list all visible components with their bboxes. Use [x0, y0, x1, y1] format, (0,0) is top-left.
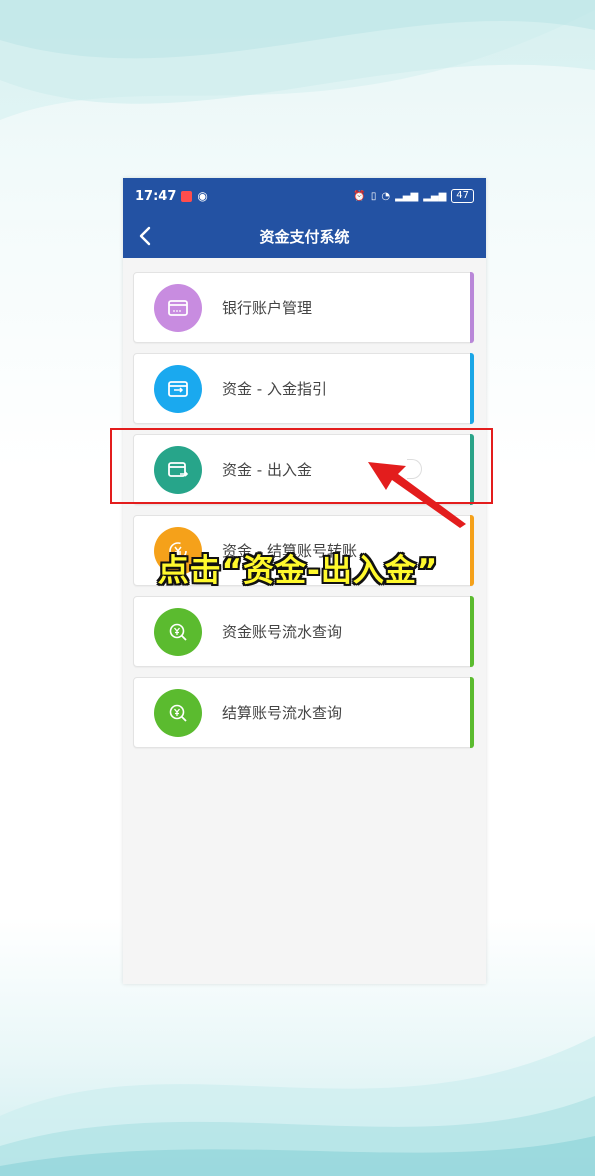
background-wave-top — [0, 0, 595, 120]
menu-item-settlement-statement[interactable]: 结算账号流水查询 — [133, 677, 474, 748]
yuan-search-icon — [154, 688, 202, 737]
battery-icon: 47 — [451, 189, 474, 203]
bank-card-icon — [154, 283, 202, 332]
accent-stripe — [470, 677, 474, 748]
navigation-bar: 资金支付系统 — [123, 214, 486, 258]
alarm-icon: ⏰ — [353, 190, 366, 202]
accent-stripe — [470, 353, 474, 424]
status-time: 17:47 — [135, 188, 177, 204]
instruction-callout: 点击“资金-出入金” — [157, 553, 439, 589]
menu-item-label: 银行账户管理 — [222, 299, 313, 317]
accent-stripe — [470, 596, 474, 667]
yuan-search-icon — [154, 607, 202, 656]
page-title: 资金支付系统 — [259, 227, 350, 246]
status-bar: 17:47 ◉ ⏰ ▯ ◔ ▂▄▆ ▂▄▆ 47 — [123, 178, 486, 214]
menu-item-bank-account[interactable]: 银行账户管理 — [133, 272, 474, 343]
accent-stripe — [470, 515, 474, 586]
menu-item-label: 资金 - 入金指引 — [222, 380, 327, 398]
card-guide-icon — [154, 364, 202, 413]
vibrate-icon: ▯ — [370, 190, 377, 202]
menu-item-label: 资金账号流水查询 — [222, 623, 343, 641]
signal-icon: ▂▄▆ — [395, 190, 419, 202]
background-wave-bottom — [0, 1036, 595, 1176]
menu-item-deposit-guide[interactable]: 资金 - 入金指引 — [133, 353, 474, 424]
notification-icon — [181, 190, 193, 202]
back-arrow-icon[interactable] — [133, 222, 159, 250]
menu-item-label: 结算账号流水查询 — [222, 704, 343, 722]
signal-icon-2: ▂▄▆ — [423, 190, 447, 202]
menu-item-fund-statement[interactable]: 资金账号流水查询 — [133, 596, 474, 667]
pointer-arrow-icon — [368, 462, 466, 528]
eye-icon: ◉ — [197, 189, 208, 203]
wifi-icon: ◔ — [381, 190, 391, 202]
accent-stripe — [470, 272, 474, 343]
